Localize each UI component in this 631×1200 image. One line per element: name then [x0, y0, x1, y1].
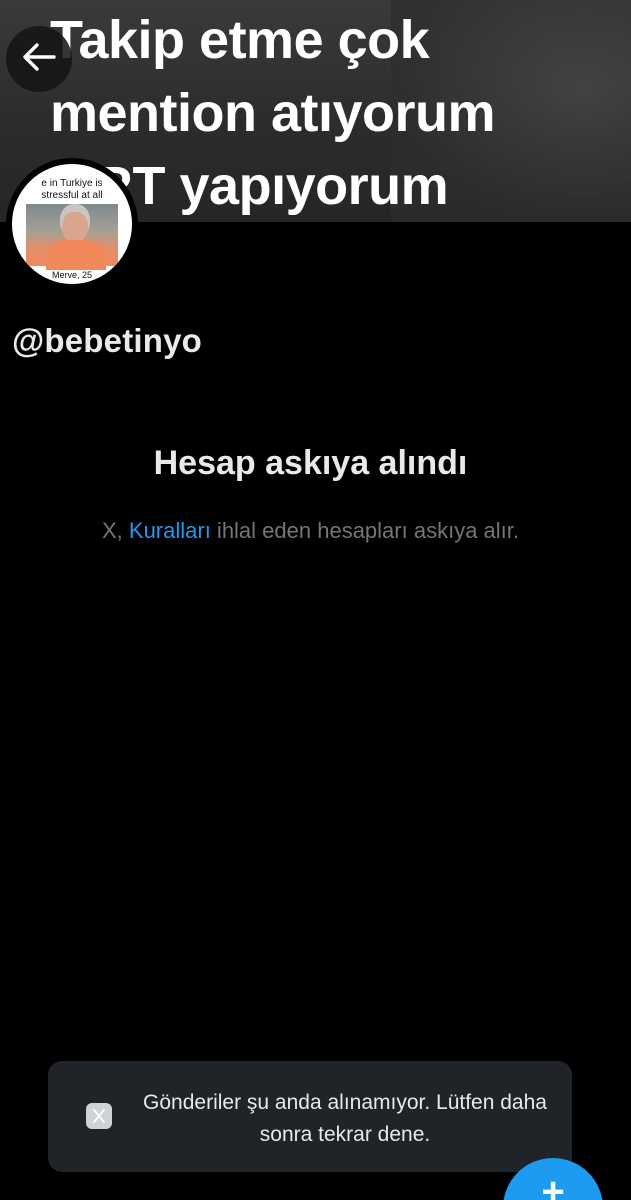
- avatar-caption-bottom: Merve, 25: [51, 270, 93, 280]
- banner-line-3: k RT yapıyorum: [50, 156, 449, 216]
- x-logo-icon: [86, 1103, 112, 1129]
- error-toast: Gönderiler şu anda alınamıyor. Lütfen da…: [48, 1061, 572, 1172]
- banner-line-1: Takip etme çok: [50, 10, 430, 70]
- arrow-left-icon: [22, 42, 56, 77]
- avatar-photo: [26, 204, 118, 270]
- suspension-description: X, Kuralları ihlal eden hesapları askıya…: [0, 518, 621, 544]
- avatar-person-head: [62, 212, 88, 242]
- back-button[interactable]: [6, 26, 72, 92]
- avatar-image: e in Turkiye is stressful at all Merve, …: [12, 164, 132, 284]
- avatar-person-body: [46, 240, 106, 270]
- profile-handle: @bebetinyo: [12, 322, 203, 359]
- toast-message: Gönderiler şu anda alınamıyor. Lütfen da…: [143, 1091, 547, 1146]
- suspension-desc-suffix: ihlal eden hesapları askıya alır.: [210, 518, 519, 543]
- suspension-title: Hesap askıya alındı: [153, 444, 468, 482]
- avatar[interactable]: e in Turkiye is stressful at all Merve, …: [6, 158, 138, 290]
- rules-link[interactable]: Kuralları: [129, 518, 211, 543]
- suspension-desc-prefix: X,: [101, 518, 129, 543]
- banner-line-2: mention atıyorum: [50, 83, 496, 143]
- banner-caption: Takip etme çok mention atıyorum k RT yap…: [50, 4, 630, 222]
- profile-screen: Takip etme çok mention atıyorum k RT yap…: [0, 0, 631, 1200]
- avatar-caption-top: e in Turkiye is stressful at all: [41, 178, 103, 201]
- compose-plus-icon: +: [541, 1170, 565, 1200]
